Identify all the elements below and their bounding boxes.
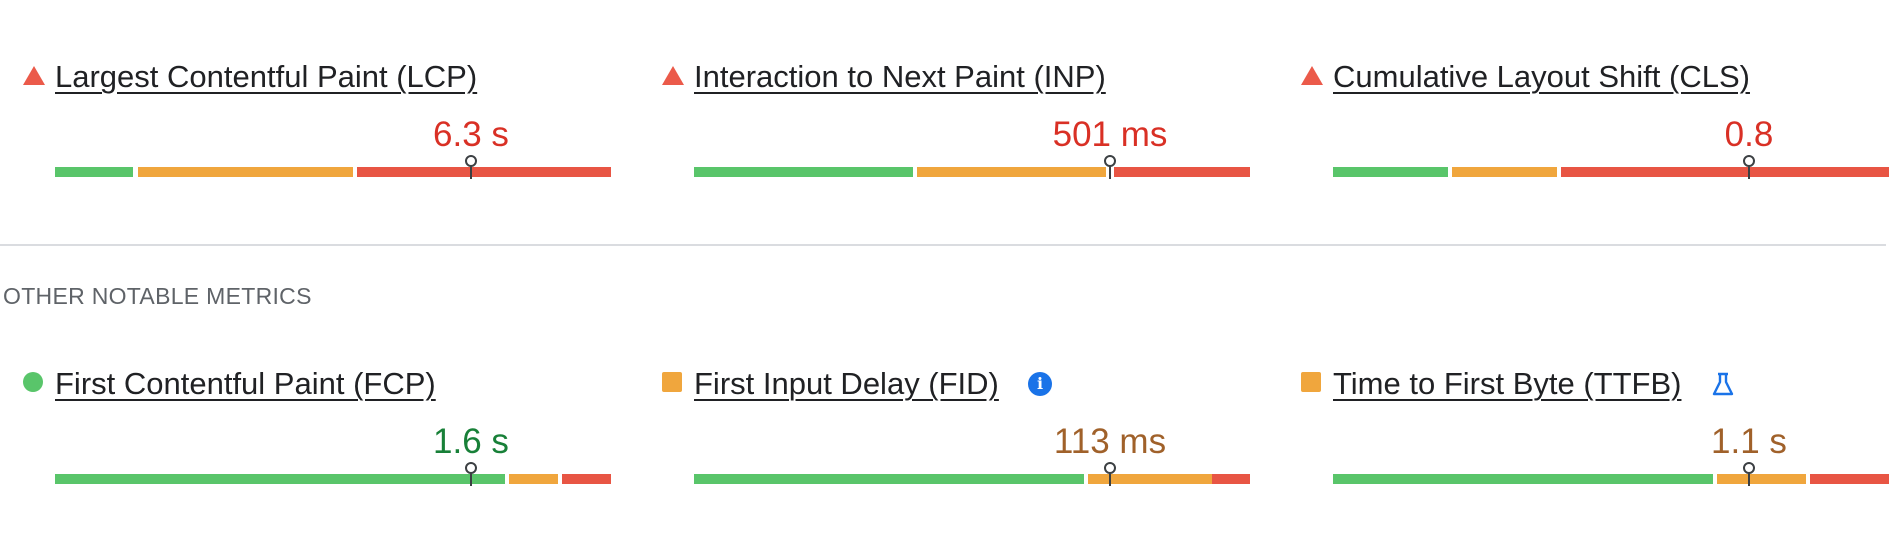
distribution-bar [694,167,1250,177]
metric-name-link[interactable]: First Contentful Paint (FCP) [55,364,436,404]
metric-inp: Interaction to Next Paint (INP) 501 ms [662,55,1250,205]
distribution-bar [1333,167,1889,177]
needs-improvement-square-icon [662,372,684,394]
bar-segment-poor [1810,474,1889,484]
distribution-bar [1333,474,1889,484]
percentile-marker [464,155,478,179]
percentile-marker [1742,155,1756,179]
section-divider [0,244,1886,246]
poor-triangle-icon [23,65,45,87]
metric-name-link[interactable]: First Input Delay (FID) [694,364,999,404]
bar-segment-good [1333,167,1448,177]
bar-segment-poor [1212,474,1250,484]
experimental-flask-icon[interactable] [1709,370,1737,398]
metric-value: 501 ms [1052,115,1168,154]
distribution-bar [55,474,611,484]
bar-segment-needs-improvement [509,474,558,484]
distribution-bar [694,474,1250,484]
bar-segment-poor [1561,167,1889,177]
metric-cls: Cumulative Layout Shift (CLS) 0.8 [1301,55,1889,205]
bar-segment-good [55,474,505,484]
percentile-marker [464,462,478,486]
bar-segment-good [694,474,1084,484]
percentile-marker [1103,155,1117,179]
bar-segment-needs-improvement [1452,167,1557,177]
metric-fcp: First Contentful Paint (FCP) 1.6 s [23,362,611,512]
bar-segment-poor [1114,167,1250,177]
good-circle-icon [23,372,45,394]
bar-segment-needs-improvement [138,167,353,177]
metric-name-link[interactable]: Largest Contentful Paint (LCP) [55,57,477,97]
percentile-marker [1742,462,1756,486]
bar-segment-needs-improvement [917,167,1106,177]
section-heading: OTHER NOTABLE METRICS [3,283,312,309]
needs-improvement-square-icon [1301,372,1323,394]
metric-value: 113 ms [1053,422,1167,461]
metric-name-link[interactable]: Interaction to Next Paint (INP) [694,57,1106,97]
info-icon[interactable]: i [1028,372,1052,396]
metric-value: 1.6 s [433,422,509,461]
metric-value: 1.1 s [1711,422,1787,461]
percentile-marker [1103,462,1117,486]
bar-segment-needs-improvement [1717,474,1806,484]
bar-segment-good [55,167,133,177]
metric-name-link[interactable]: Cumulative Layout Shift (CLS) [1333,57,1750,97]
metric-name-link[interactable]: Time to First Byte (TTFB) [1333,364,1681,404]
poor-triangle-icon [662,65,684,87]
poor-triangle-icon [1301,65,1323,87]
bar-segment-poor [562,474,611,484]
metric-lcp: Largest Contentful Paint (LCP) 6.3 s [23,55,611,205]
metric-ttfb: Time to First Byte (TTFB) 1.1 s [1301,362,1889,512]
distribution-bar [55,167,611,177]
bar-segment-good [1333,474,1713,484]
metric-value: 6.3 s [433,115,509,154]
bar-segment-good [694,167,913,177]
metric-fid: First Input Delay (FID) i 113 ms [662,362,1250,512]
metric-value: 0.8 [1724,115,1774,154]
bar-segment-poor [357,167,611,177]
